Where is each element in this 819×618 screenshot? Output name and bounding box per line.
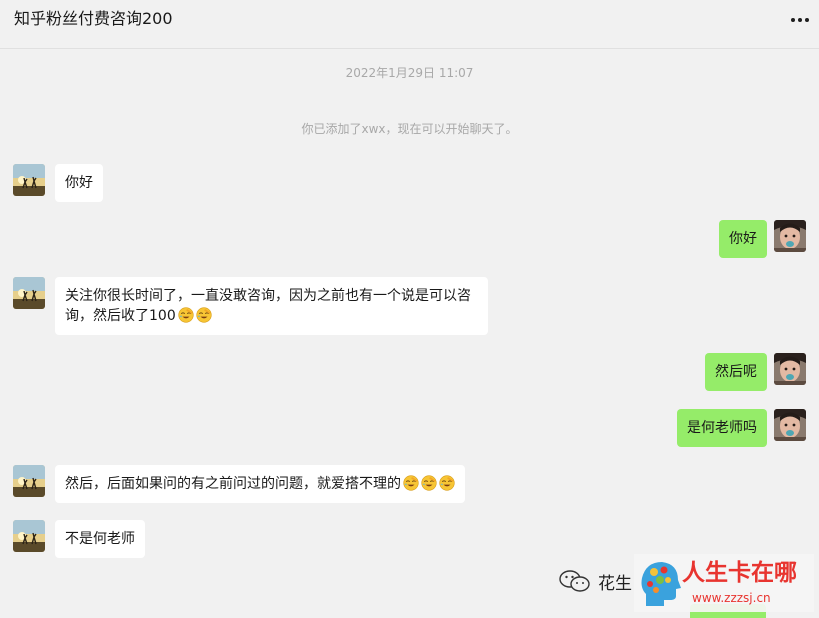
account-watermark: 花生 — [558, 566, 632, 596]
message-bubble-outgoing[interactable]: 然后呢 — [705, 353, 767, 391]
site-watermark: 人生卡在哪 www.zzzsj.cn — [634, 554, 814, 612]
message-bubble-outgoing[interactable]: 是何老师吗 — [677, 409, 767, 447]
message-bubble-incoming[interactable]: 你好 — [55, 164, 103, 202]
self-avatar[interactable] — [774, 353, 806, 385]
message-text: 关注你很长时间了，一直没敢咨询，因为之前也有一个说是可以咨询，然后收了100 — [65, 288, 471, 324]
account-name: 花生 — [598, 573, 632, 594]
message-text: 不是何老师 — [65, 531, 135, 547]
self-avatar[interactable] — [774, 220, 806, 252]
message-text: 然后，后面如果问的有之前问过的问题，就爱搭不理的 — [65, 476, 401, 492]
more-options-button[interactable] — [789, 10, 811, 30]
self-avatar[interactable] — [774, 409, 806, 441]
message-bubble-incoming[interactable]: 然后，后面如果问的有之前问过的问题，就爱搭不理的 — [55, 465, 465, 503]
chat-title: 知乎粉丝付费咨询200 — [14, 9, 173, 28]
facepalm-laugh-emoji-icon — [196, 307, 212, 323]
facepalm-laugh-emoji-icon — [439, 475, 455, 491]
message-bubble-outgoing[interactable]: 你好 — [719, 220, 767, 258]
more-horizontal-icon — [791, 18, 809, 22]
message-text: 是何老师吗 — [687, 420, 757, 436]
site-title: 人生卡在哪 — [682, 560, 797, 586]
message-bubble-incoming[interactable]: 关注你很长时间了，一直没敢咨询，因为之前也有一个说是可以咨询，然后收了100 — [55, 277, 488, 335]
facepalm-laugh-emoji-icon — [421, 475, 437, 491]
head-profile-logo-icon — [641, 562, 681, 606]
contact-avatar[interactable] — [13, 520, 45, 552]
message-timestamp: 2022年1月29日 11:07 — [345, 66, 474, 80]
site-url: www.zzzsj.cn — [692, 591, 771, 605]
chat-header: 知乎粉丝付费咨询200 — [0, 0, 819, 49]
facepalm-laugh-emoji-icon — [178, 307, 194, 323]
friend-added-notice: 你已添加了xwx，现在可以开始聊天了。 — [301, 122, 518, 136]
message-bubble-incoming[interactable]: 不是何老师 — [55, 520, 145, 558]
contact-avatar[interactable] — [13, 277, 45, 309]
message-text: 你好 — [65, 175, 93, 191]
wechat-logo-icon — [559, 570, 590, 592]
contact-avatar[interactable] — [13, 465, 45, 497]
message-text: 然后呢 — [715, 364, 757, 380]
facepalm-laugh-emoji-icon — [403, 475, 419, 491]
message-text: 你好 — [729, 231, 757, 247]
contact-avatar[interactable] — [13, 164, 45, 196]
